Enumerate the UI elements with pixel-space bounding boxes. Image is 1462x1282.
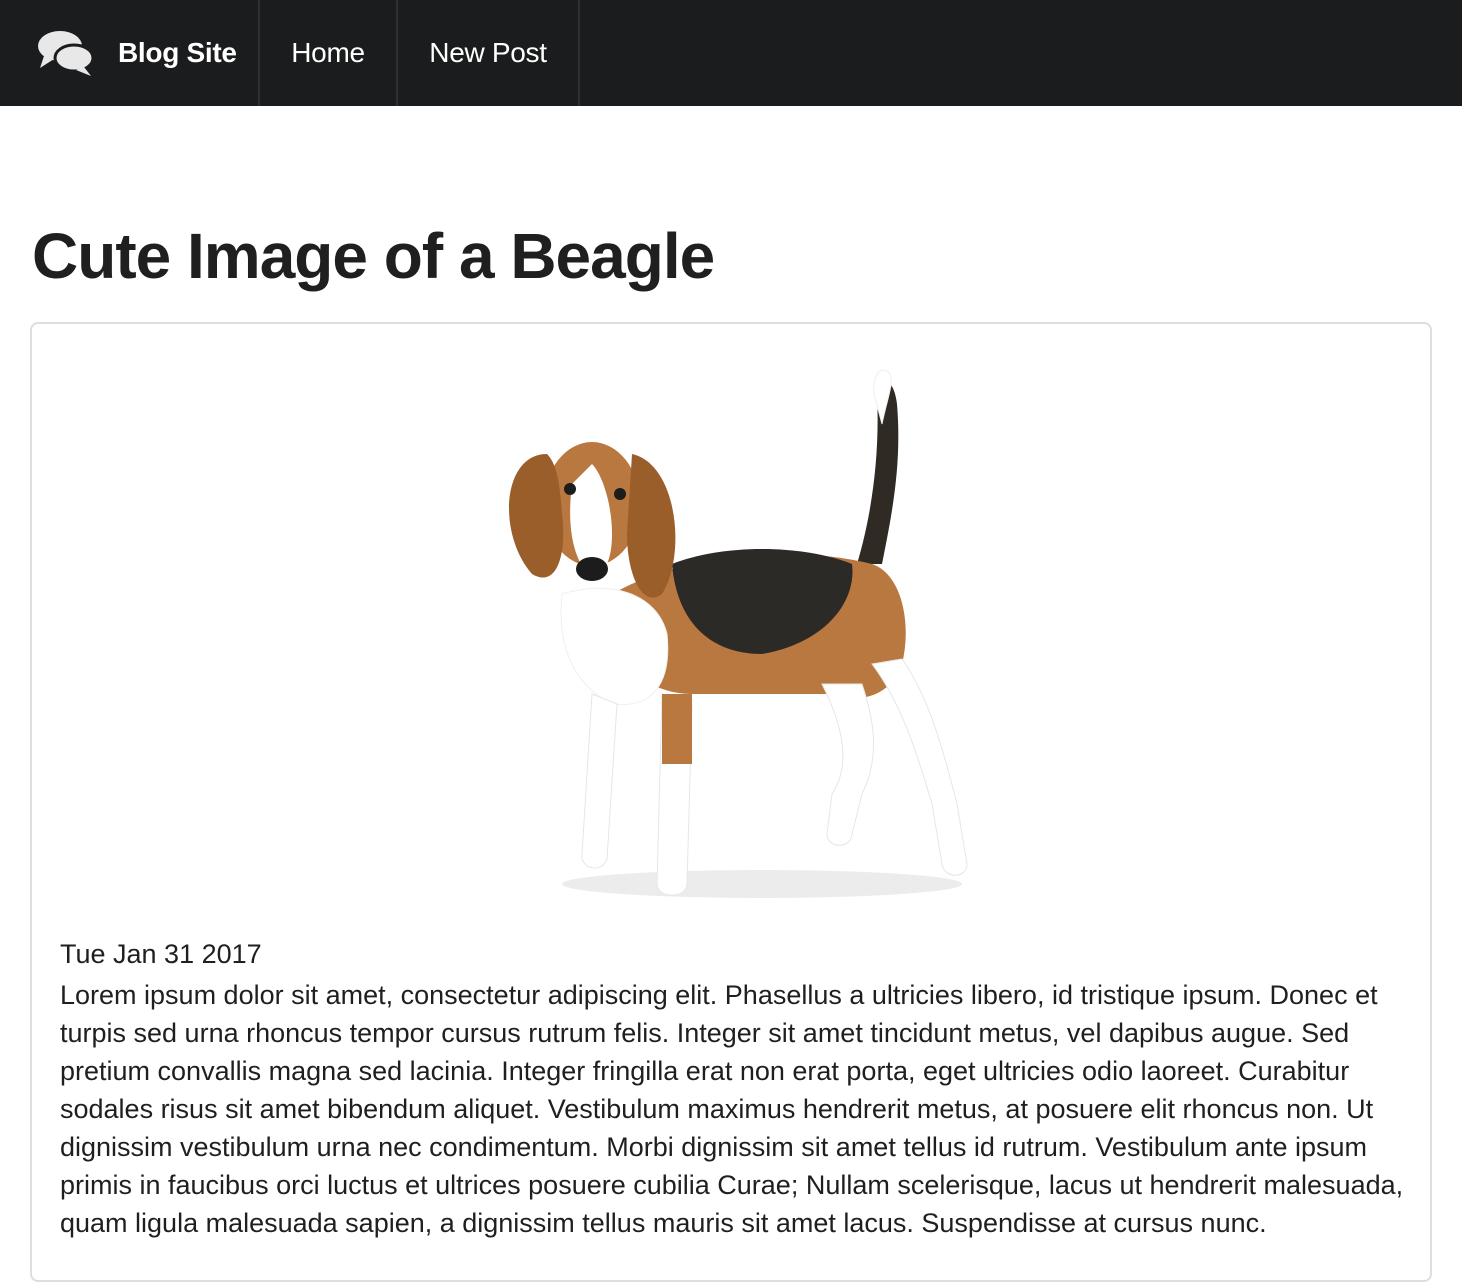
post-title: Cute Image of a Beagle bbox=[32, 220, 715, 292]
brand-link[interactable]: Blog Site bbox=[0, 0, 260, 106]
post-body: Lorem ipsum dolor sit amet, consectetur … bbox=[60, 980, 1404, 1238]
beagle-image bbox=[509, 369, 968, 898]
top-navbar: Blog Site Home New Post bbox=[0, 0, 1462, 106]
nav-new-post-label: New Post bbox=[429, 37, 547, 68]
nav-home-label: Home bbox=[291, 37, 365, 68]
post-date: Tue Jan 31 2017 bbox=[60, 939, 262, 969]
comments-icon bbox=[38, 31, 95, 76]
nav-new-post-link[interactable]: New Post bbox=[398, 0, 580, 106]
post-card: Tue Jan 31 2017 Lorem ipsum dolor sit am… bbox=[30, 322, 1432, 1282]
nav-home-link[interactable]: Home bbox=[260, 0, 398, 106]
brand-label: Blog Site bbox=[118, 37, 237, 68]
